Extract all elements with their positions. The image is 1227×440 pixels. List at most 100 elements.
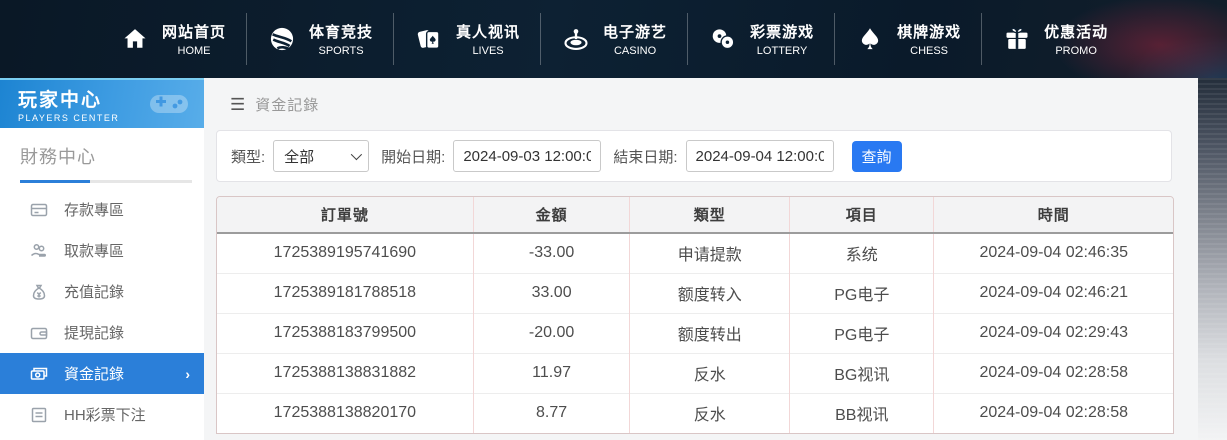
nav-label-zh: 棋牌游戏 [897,24,962,41]
table-cell: BG视讯 [789,352,934,393]
nav-item-sports[interactable]: 体育竞技 SPORTS [246,13,393,65]
nav-label-zh: 优惠活动 [1044,24,1109,41]
nav-label-zh: 电子游艺 [603,24,668,41]
nav-item-lottery[interactable]: 彩票游戏 LOTTERY [687,13,834,65]
funds-icon [30,365,48,383]
nav-label-en: LOTTERY [756,45,808,57]
sports-ball-icon [267,24,297,54]
table-cell: 2024-09-04 02:28:58 [933,392,1173,433]
table-row: 1725388183799500 -20.00 额度转出 PG电子 2024-09-04… [217,312,1173,353]
sidebar-item-3[interactable]: 提現記錄 [0,312,204,353]
nav-label-en: SPORTS [318,45,364,57]
nav-item-chess[interactable]: 棋牌游戏 CHESS [834,13,981,65]
table-row: 1725389195741690 -33.00 申请提款 系统 2024-09-04 0… [217,233,1173,273]
nav-item-casino[interactable]: 电子游艺 CASINO [540,13,687,65]
sidebar-item-label: 存款專區 [64,202,125,219]
home-icon [120,24,150,54]
table-cell: -33.00 [472,233,630,273]
sidebar-item-label: 充值記錄 [64,284,125,301]
column-header-0: 訂單號 [217,197,474,234]
sidebar-item-4[interactable]: 資金記錄 › [0,353,204,394]
deposit-icon [30,201,48,219]
table-cell: 2024-09-04 02:46:35 [933,233,1173,273]
sidebar-item-1[interactable]: 取款專區 [0,230,204,271]
table-cell: PG电子 [789,272,934,313]
chevron-down-icon [350,148,363,161]
table-cell: 反水 [629,352,790,393]
breadcrumb: ☰ 資金記錄 [204,78,1198,115]
lottery-balls-icon [708,24,738,54]
nav-item-home[interactable]: 网站首页 HOME [100,13,246,65]
sidebar: 玩家中心 PLAYERS CENTER 財務中心 存款專區取款專區充值記錄提現記… [0,78,204,440]
nav-label-en: CHESS [910,45,949,57]
table-row: 1725388138831882 11.97 反水 BG视讯 2024-09-04 02… [217,352,1173,393]
table-cell: 申请提款 [629,233,790,273]
table-cell: 33.00 [472,272,630,313]
end-date-input[interactable] [685,140,834,172]
type-label: 類型: [231,148,266,166]
gift-icon [1002,24,1032,54]
section-title: 財務中心 [20,147,96,167]
table-cell: -20.00 [472,312,630,353]
nav-item-lives[interactable]: 真人视讯 LIVES [393,13,540,65]
nav-label-en: HOME [177,45,211,57]
column-header-3: 項目 [789,197,934,234]
playing-cards-icon [414,24,444,54]
top-nav: 网站首页 HOME 体育竞技 SPORTS 真人视讯 LIVES 电子游艺 CASINO 彩票游… [0,0,1227,78]
sidebar-item-label: 資金記錄 [64,366,125,383]
table-cell: 1725388138831882 [217,352,474,393]
nav-label-zh: 真人视讯 [456,24,521,41]
table-row: 1725389181788518 33.00 额度转入 PG电子 2024-09-04 … [217,272,1173,313]
hamburger-icon[interactable]: ☰ [230,96,245,113]
sidebar-item-0[interactable]: 存款專區 [0,189,204,230]
table-cell: BB视讯 [789,392,934,433]
table-cell: 8.77 [472,392,630,433]
type-select-value: 全部 [284,148,315,166]
search-button[interactable]: 查詢 [851,140,902,172]
sidebar-item-6[interactable]: 魔宾投註記錄 [0,435,204,440]
sidebar-menu: 存款專區取款專區充值記錄提現記錄資金記錄 › HH彩票下注魔宾投註記錄 [0,189,204,440]
roulette-icon [561,24,591,54]
table-cell: 额度转出 [629,312,790,353]
table-cell: 系统 [789,233,934,273]
table-cell: 1725388183799500 [217,312,474,353]
table-cell: PG电子 [789,312,934,353]
table-cell: 反水 [629,392,790,433]
sidebar-item-label: 提現記錄 [64,325,125,342]
table-header-row: 訂單號 金額 類型 項目 時間 [217,197,1173,234]
sidebar-item-2[interactable]: 充值記錄 [0,271,204,312]
end-date-label: 結束日期: [613,148,678,166]
column-header-4: 時間 [933,197,1173,234]
column-header-1: 金額 [472,197,630,234]
table-cell: 2024-09-04 02:28:58 [933,352,1173,393]
recharge-icon [30,283,48,301]
table-body: 1725389195741690 -33.00 申请提款 系统 2024-09-04 0… [217,233,1173,433]
sidebar-item-5[interactable]: HH彩票下注 [0,394,204,435]
chevron-right-icon: › [185,365,190,382]
nav-label-zh: 网站首页 [162,24,227,41]
nav-item-promo[interactable]: 优惠活动 PROMO [981,13,1128,65]
records-table: 訂單號 金額 類型 項目 時間 1725389195741690 -33.00 申请提款 系统… [217,197,1173,433]
filter-bar: 類型: 全部 開始日期: 結束日期: 查詢 [216,130,1172,182]
start-date-input[interactable] [453,140,602,172]
start-date-label: 開始日期: [381,148,446,166]
table-cell: 2024-09-04 02:29:43 [933,312,1173,353]
cashout-icon [30,324,48,342]
sidebar-item-label: HH彩票下注 [64,407,146,424]
lottery-bet-icon [30,406,48,424]
nav-label-en: PROMO [1055,45,1097,57]
sidebar-header: 玩家中心 PLAYERS CENTER [0,78,204,128]
gamepad-icon [146,87,192,126]
page-title: 資金記錄 [255,97,320,114]
table-cell: 2024-09-04 02:46:21 [933,272,1173,313]
top-nav-items: 网站首页 HOME 体育竞技 SPORTS 真人视讯 LIVES 电子游艺 CASINO 彩票游… [0,0,1227,78]
records-table-container: 訂單號 金額 類型 項目 時間 1725389195741690 -33.00 申请提款 系统… [216,196,1174,434]
table-cell: 额度转入 [629,272,790,313]
spade-icon [855,24,885,54]
nav-label-zh: 彩票游戏 [750,24,815,41]
table-cell: 1725389181788518 [217,272,474,313]
type-select[interactable]: 全部 [273,140,370,172]
main-content: ☰ 資金記錄 類型: 全部 開始日期: 結束日期: 查詢 訂單號金額類型項目時間… [204,78,1198,440]
nav-label-en: LIVES [472,45,504,57]
sidebar-item-label: 取款專區 [64,243,125,260]
